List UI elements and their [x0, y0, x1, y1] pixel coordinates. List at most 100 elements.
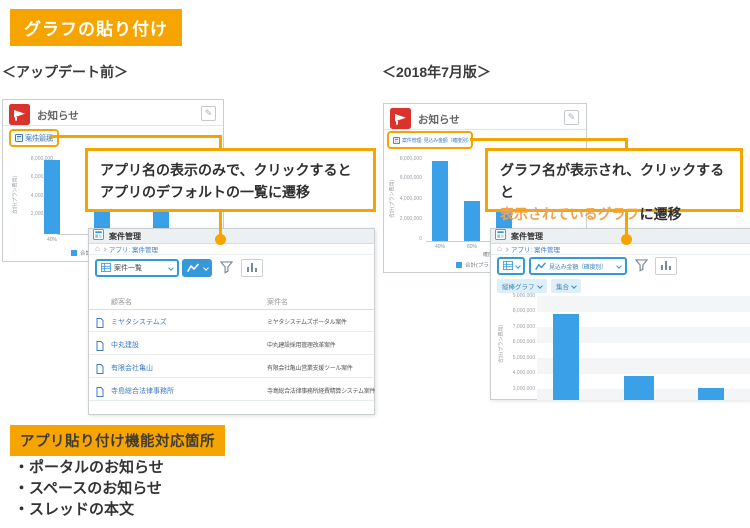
- table-row[interactable]: ミヤタシステムズ ミヤタシステムズポータル案件: [89, 309, 374, 332]
- announcement-icon: [9, 104, 30, 130]
- record-icon[interactable]: [96, 361, 104, 379]
- table-view-icon: [101, 259, 111, 277]
- notice-widget-header: お知らせ ✎: [3, 100, 223, 126]
- y-tick: 3,000,000: [501, 386, 535, 392]
- y-tick: 0: [388, 236, 422, 242]
- callout-line1: アプリ名の表示のみで、クリックすると: [100, 159, 361, 181]
- chart-bar: [624, 376, 654, 400]
- edit-icon[interactable]: ✎: [201, 106, 216, 121]
- case-name: ミヤタシステムズポータル案件: [267, 317, 347, 326]
- app-link[interactable]: 案件管理: [25, 133, 53, 143]
- record-icon[interactable]: [96, 338, 104, 356]
- table-row[interactable]: 有限会社亀山 有限会社亀山営業支援ツール案件: [89, 355, 374, 378]
- page-title-badge: グラフの貼り付け: [10, 9, 182, 46]
- legend-swatch: [456, 262, 462, 268]
- breadcrumb-link[interactable]: アプリ: 案件管理: [109, 244, 158, 254]
- y-tick: 7,000,000: [501, 324, 535, 330]
- column-header-customer: 顧客名: [111, 297, 132, 307]
- table-row[interactable]: 寺島総合法律事務所 寺島総合法律事務所経費精算システム案件: [89, 378, 374, 401]
- app-icon: [495, 227, 506, 245]
- chart-bar: [698, 388, 724, 400]
- case-name: 有限会社亀山営業支援ツール案件: [267, 363, 353, 372]
- connector-line: [50, 135, 221, 138]
- after-section-label: ＜2018年7月版＞: [382, 62, 491, 82]
- graph-selector[interactable]: 見込み金額（確度別）: [529, 257, 627, 275]
- x-tick: 60%: [460, 244, 484, 250]
- filter-button[interactable]: [220, 261, 233, 274]
- y-tick: 8,000,000: [388, 156, 422, 162]
- customer-link[interactable]: 中丸建設: [111, 340, 139, 350]
- customer-link[interactable]: 有限会社亀山: [111, 363, 153, 373]
- chevron-down-icon: [537, 283, 543, 289]
- x-tick: 40%: [428, 244, 452, 250]
- case-name: 中丸建設採用管理改革案件: [267, 340, 335, 349]
- y-tick: 8,000,000: [501, 308, 535, 314]
- chart-button[interactable]: [241, 259, 263, 277]
- view-selector-compact[interactable]: [497, 257, 525, 275]
- home-icon[interactable]: ⌂: [95, 245, 100, 253]
- callout-line2: アプリのデフォルトの一覧に遷移: [100, 181, 361, 203]
- y-tick: 4,000,000: [388, 196, 422, 202]
- footer-badge: アプリ貼り付け機能対応箇所: [10, 425, 225, 456]
- breadcrumb-separator-icon: [504, 247, 508, 251]
- chart-bar: [464, 201, 480, 241]
- record-icon[interactable]: [96, 315, 104, 333]
- y-tick: 5,000,000: [501, 355, 535, 361]
- chart-bar: [44, 160, 60, 234]
- graph-link[interactable]: 案件管理: 見込み金額（確度別）: [402, 137, 472, 144]
- callout-before: アプリ名の表示のみで、クリックすると アプリのデフォルトの一覧に遷移: [85, 148, 376, 212]
- app-link-highlight: 案件管理: [9, 129, 59, 147]
- y-tick: 2,000,000: [388, 216, 422, 222]
- chevron-down-icon: [168, 265, 174, 271]
- filter-button[interactable]: [635, 259, 648, 272]
- record-icon[interactable]: [96, 384, 104, 402]
- legend-swatch: [71, 250, 77, 256]
- table-view-icon: [503, 257, 513, 275]
- y-tick: 9,000,000: [501, 293, 535, 299]
- connector-dot: [215, 234, 226, 245]
- chart-button[interactable]: [655, 257, 677, 275]
- grouping-dropdown[interactable]: 集合: [551, 279, 581, 293]
- x-tick: 40%: [40, 237, 64, 243]
- chart-bar: [553, 314, 579, 400]
- funnel-icon: [635, 259, 648, 272]
- chevron-down-icon: [515, 263, 521, 269]
- view-selector[interactable]: 案件一覧: [95, 259, 179, 277]
- home-icon[interactable]: ⌂: [497, 245, 502, 253]
- chevron-down-icon: [203, 265, 209, 271]
- breadcrumb-separator-icon: [102, 247, 106, 251]
- footer-list-item: ・ポータルのお知らせ: [14, 457, 164, 478]
- breadcrumb: ⌂ アプリ: 案件管理: [89, 244, 374, 255]
- footer-list: ・ポータルのお知らせ ・スペースのお知らせ ・スレッドの本文: [14, 457, 164, 520]
- graph-menu-button[interactable]: [182, 259, 212, 277]
- callout-highlight-text: 表示されているグラフ: [500, 206, 640, 222]
- mini-app-icon: [393, 131, 400, 149]
- connector-dot: [621, 234, 632, 245]
- mini-app-icon: [15, 129, 23, 147]
- before-section-label: ＜アップデート前＞: [2, 62, 128, 82]
- line-chart-icon: [187, 263, 199, 273]
- line-chart-icon: [535, 262, 546, 271]
- chevron-down-icon: [616, 263, 622, 269]
- callout-line1: グラフ名が表示され、クリックすると: [500, 159, 728, 203]
- callout-line2-suffix: に遷移: [640, 206, 682, 222]
- footer-list-item: ・スペースのお知らせ: [14, 478, 164, 499]
- customer-link[interactable]: ミヤタシステムズ: [111, 317, 167, 327]
- chart-type-dropdown[interactable]: 縦棒グラフ: [497, 279, 547, 293]
- table-row[interactable]: 中丸建設 中丸建設採用管理改革案件: [89, 332, 374, 355]
- grid-band: [537, 296, 750, 312]
- breadcrumb: ⌂ アプリ: 案件管理: [491, 244, 750, 255]
- chart-bar: [432, 161, 448, 241]
- chevron-down-icon: [571, 283, 577, 289]
- graph-selector-label: 見込み金額（確度別）: [549, 262, 607, 271]
- notice-widget-title: お知らせ: [37, 108, 79, 123]
- connector-line: [470, 138, 627, 141]
- app-icon: [93, 227, 104, 245]
- column-header-case: 案件名: [267, 297, 288, 307]
- edit-icon[interactable]: ✎: [564, 110, 579, 125]
- breadcrumb-link[interactable]: アプリ: 案件管理: [511, 244, 560, 254]
- customer-link[interactable]: 寺島総合法律事務所: [111, 386, 174, 396]
- app-window-titlebar: 案件管理: [89, 229, 374, 244]
- app-title: 案件管理: [109, 231, 141, 242]
- y-axis-label: 合計(プラン費用): [12, 176, 19, 214]
